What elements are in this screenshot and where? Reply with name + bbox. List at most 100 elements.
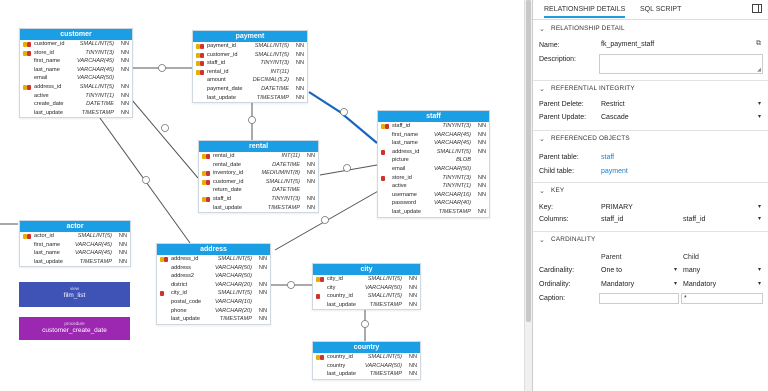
table-staff[interactable]: staff staff_id TINYINT(3) NN first_name VARC…	[377, 110, 490, 218]
table-country[interactable]: country country_id SMALLINT(5) NN country VA…	[312, 341, 421, 380]
name-field[interactable]: fk_payment_staff ⧉	[599, 40, 763, 51]
parent-update-select[interactable]: Cascade ▾	[599, 113, 763, 124]
scrollbar-thumb[interactable]	[526, 0, 531, 322]
table-row[interactable]: district VARCHAR(20) NN	[157, 281, 270, 290]
table-row[interactable]: first_name VARCHAR(45) NN	[20, 57, 132, 66]
table-row[interactable]: first_name VARCHAR(45) NN	[378, 131, 489, 140]
table-row[interactable]: address2 VARCHAR(50)	[157, 272, 270, 281]
table-row[interactable]: staff_id TINYINT(3) NN	[199, 195, 318, 204]
caption-child-field[interactable]: *	[681, 293, 763, 304]
parent-delete-select[interactable]: Restrict ▾	[599, 100, 763, 111]
table-row[interactable]: staff_id TINYINT(3) NN	[193, 59, 307, 68]
table-address[interactable]: address address_id SMALLINT(5) NN address VA…	[156, 243, 271, 325]
table-row[interactable]: username VARCHAR(16) NN	[378, 191, 489, 200]
section-relationship-detail[interactable]: ⌄ RELATIONSHIP DETAIL	[533, 22, 768, 36]
table-row[interactable]: last_name VARCHAR(45) NN	[378, 139, 489, 148]
chevron-down-icon: ⌄	[539, 188, 545, 195]
table-actor[interactable]: actor actor_id SMALLINT(5) NN first_name VAR…	[19, 220, 131, 268]
table-payment[interactable]: payment payment_id SMALLINT(5) NN customer_…	[192, 30, 308, 104]
table-row[interactable]: city_id SMALLINT(5) NN	[157, 289, 270, 298]
table-row[interactable]: rental_id INT(11)	[193, 68, 307, 77]
table-row[interactable]: country_id SMALLINT(5) NN	[313, 292, 420, 301]
cardinality-parent-select[interactable]: One to ▾	[599, 266, 679, 277]
table-row[interactable]: return_date DATETIME	[199, 186, 318, 195]
table-row[interactable]: payment_date DATETIME NN	[193, 85, 307, 94]
table-row[interactable]: address_id SMALLINT(5) NN	[378, 148, 489, 157]
canvas-scrollbar[interactable]	[524, 0, 532, 391]
columns-child-select[interactable]: staff_id ▾	[681, 215, 763, 226]
table-row[interactable]: picture BLOB	[378, 156, 489, 165]
table-row[interactable]: rental_date DATETIME NN	[199, 161, 318, 170]
table-row[interactable]: create_date DATETIME NN	[20, 100, 132, 109]
description-field[interactable]: ◢	[599, 54, 763, 74]
note-name: film_list	[63, 292, 86, 299]
note-procedure-customer-create-date[interactable]: procedure customer_create_date	[19, 317, 130, 340]
table-row[interactable]: password VARCHAR(40)	[378, 199, 489, 208]
child-table-link[interactable]: payment	[601, 168, 628, 175]
ordinality-child-select[interactable]: Mandatory ▾	[681, 280, 763, 291]
table-row[interactable]: last_name VARCHAR(45) NN	[20, 66, 132, 75]
chevron-down-icon: ⌄	[539, 86, 545, 93]
caption-parent-field[interactable]	[599, 293, 679, 304]
table-customer[interactable]: customer customer_id SMALLINT(5) NN store_i…	[19, 28, 133, 119]
column-notnull: NN	[258, 281, 267, 288]
table-row[interactable]: city_id SMALLINT(5) NN	[313, 275, 420, 284]
key-select[interactable]: PRIMARY ▾	[599, 203, 763, 214]
table-row[interactable]: inventory_id MEDIUMINT(8) NN	[199, 169, 318, 178]
table-row[interactable]: city VARCHAR(50) NN	[313, 284, 420, 293]
table-row[interactable]: last_update TIMESTAMP NN	[378, 208, 489, 217]
panel-layout-icon[interactable]	[752, 4, 762, 13]
section-cardinality[interactable]: ⌄ CARDINALITY	[533, 233, 768, 247]
table-row[interactable]: phone VARCHAR(20) NN	[157, 307, 270, 316]
parent-table-link[interactable]: staff	[601, 154, 614, 161]
table-row[interactable]: customer_id SMALLINT(5) NN	[199, 178, 318, 187]
tab-sql-script[interactable]: SQL SCRIPT	[640, 6, 681, 13]
table-rental[interactable]: rental rental_id INT(11) NN rental_date DATE…	[198, 140, 319, 214]
diagram-canvas[interactable]: customer customer_id SMALLINT(5) NN store_i…	[0, 0, 524, 391]
table-row[interactable]: last_update TIMESTAMP NN	[157, 315, 270, 324]
ordinality-parent-select[interactable]: Mandatory ▾	[599, 280, 679, 291]
table-row[interactable]: email VARCHAR(50)	[20, 74, 132, 83]
column-type: VARCHAR(50)	[215, 264, 252, 271]
cardinality-child-select[interactable]: many ▾	[681, 266, 763, 277]
note-view-film-list[interactable]: view film_list	[19, 282, 130, 307]
relation-staff-rental	[319, 164, 378, 176]
column-icon	[381, 184, 390, 189]
copy-icon[interactable]: ⧉	[756, 40, 761, 48]
table-row[interactable]: country VARCHAR(50) NN	[313, 362, 420, 371]
table-row[interactable]: last_update TIMESTAMP NN	[313, 301, 420, 310]
column-name: last_update	[34, 258, 63, 265]
table-row[interactable]: active TINYINT(1) NN	[20, 92, 132, 101]
table-row[interactable]: last_update TIMESTAMP NN	[193, 94, 307, 103]
column-name: active	[34, 92, 49, 99]
table-row[interactable]: country_id SMALLINT(5) NN	[313, 353, 420, 362]
section-referenced-objects[interactable]: ⌄ REFERENCED OBJECTS	[533, 132, 768, 146]
table-row[interactable]: email VARCHAR(50)	[378, 165, 489, 174]
table-row[interactable]: store_id TINYINT(3) NN	[378, 174, 489, 183]
table-row[interactable]: last_update TIMESTAMP NN	[199, 204, 318, 213]
dropdown-arrow-icon: ▾	[757, 101, 761, 107]
section-referential-integrity[interactable]: ⌄ REFERENTIAL INTEGRITY	[533, 82, 768, 96]
table-row[interactable]: actor_id SMALLINT(5) NN	[20, 232, 130, 241]
table-row[interactable]: customer_id SMALLINT(5) NN	[193, 51, 307, 60]
table-city[interactable]: city city_id SMALLINT(5) NN city VARCHAR(50)…	[312, 263, 421, 311]
table-row[interactable]: last_update TIMESTAMP NN	[313, 370, 420, 379]
table-row[interactable]: rental_id INT(11) NN	[199, 152, 318, 161]
table-row[interactable]: staff_id TINYINT(3) NN	[378, 122, 489, 131]
tab-relationship-details[interactable]: RELATIONSHIP DETAILS	[544, 6, 626, 18]
table-row[interactable]: address_id SMALLINT(5) NN	[20, 83, 132, 92]
table-row[interactable]: payment_id SMALLINT(5) NN	[193, 42, 307, 51]
column-notnull: NN	[118, 233, 127, 239]
table-row[interactable]: first_name VARCHAR(45) NN	[20, 241, 130, 250]
table-row[interactable]: customer_id SMALLINT(5) NN	[20, 40, 132, 49]
table-row[interactable]: address VARCHAR(50) NN	[157, 264, 270, 273]
table-row[interactable]: postal_code VARCHAR(10)	[157, 298, 270, 307]
table-row[interactable]: store_id TINYINT(3) NN	[20, 49, 132, 58]
section-key[interactable]: ⌄ KEY	[533, 184, 768, 198]
table-row[interactable]: active TINYINT(1) NN	[378, 182, 489, 191]
table-row[interactable]: address_id SMALLINT(5) NN	[157, 255, 270, 264]
table-row[interactable]: last_name VARCHAR(45) NN	[20, 249, 130, 258]
table-row[interactable]: last_update TIMESTAMP NN	[20, 109, 132, 118]
table-row[interactable]: last_update TIMESTAMP NN	[20, 258, 130, 267]
table-row[interactable]: amount DECIMAL(5,2) NN	[193, 76, 307, 85]
